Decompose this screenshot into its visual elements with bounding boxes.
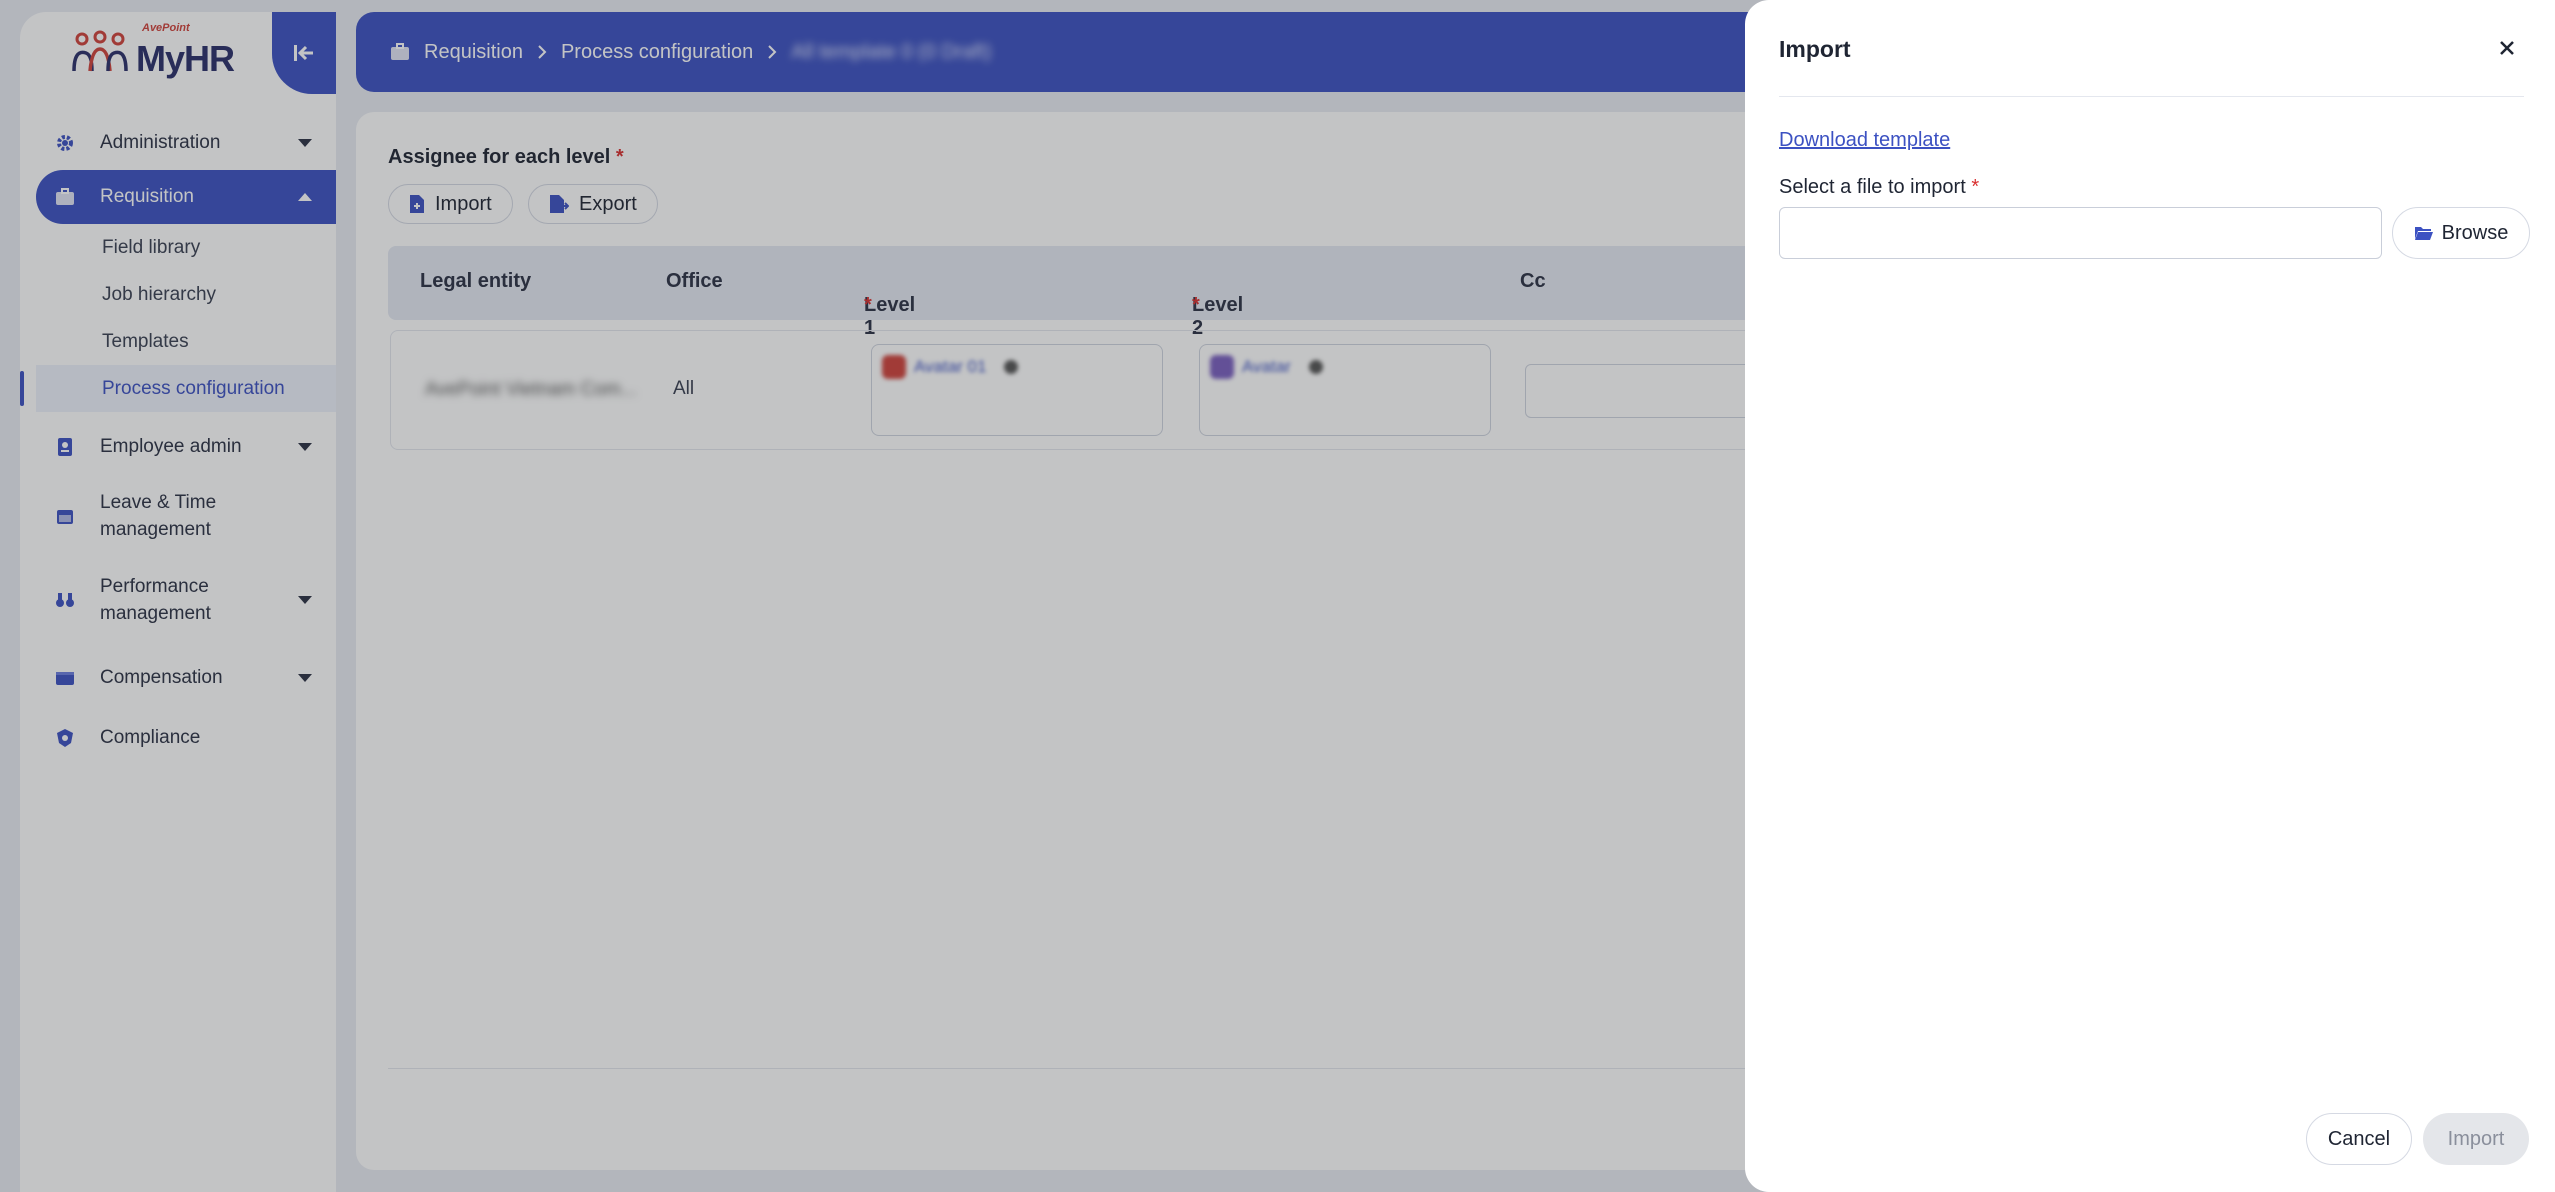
- required-mark: *: [1971, 176, 1980, 198]
- close-icon[interactable]: [2495, 36, 2519, 60]
- import-drawer: Import Download template Select a file t…: [1745, 0, 2555, 1192]
- file-field-label-text: Select a file to import: [1779, 176, 1966, 198]
- browse-button-label: Browse: [2441, 221, 2509, 244]
- confirm-import-button[interactable]: Import: [2423, 1113, 2529, 1165]
- folder-open-icon: [2414, 227, 2433, 240]
- cancel-button[interactable]: Cancel: [2306, 1113, 2412, 1165]
- browse-button[interactable]: Browse: [2392, 207, 2530, 259]
- divider: [1779, 96, 2524, 97]
- drawer-title: Import: [1779, 36, 1851, 62]
- file-field-label: Select a file to import *: [1779, 176, 1979, 199]
- download-template-link[interactable]: Download template: [1779, 129, 1950, 152]
- file-path-input[interactable]: [1779, 207, 2382, 259]
